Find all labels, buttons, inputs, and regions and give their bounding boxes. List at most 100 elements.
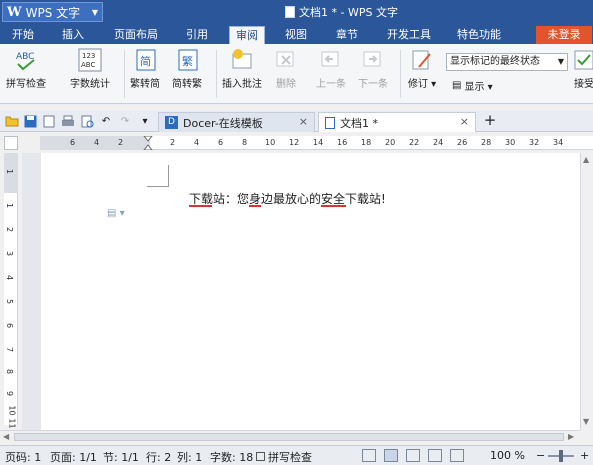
indent-marker-icon[interactable] bbox=[143, 136, 153, 150]
accept-button[interactable]: 接受 bbox=[572, 48, 593, 90]
print-preview-icon[interactable] bbox=[42, 114, 56, 128]
delete-comment-button[interactable]: 删除 bbox=[274, 48, 298, 90]
docer-icon: D bbox=[165, 116, 178, 129]
redo-icon[interactable]: ↷ bbox=[118, 114, 132, 128]
zoom-in-icon[interactable]: + bbox=[580, 449, 589, 462]
scrollbar-thumb[interactable] bbox=[14, 433, 564, 441]
delete-icon bbox=[274, 48, 298, 72]
ribbon-separator bbox=[124, 50, 125, 98]
checkbox-icon bbox=[256, 452, 265, 461]
reading-view-icon[interactable] bbox=[450, 449, 464, 462]
horizontal-scrollbar[interactable]: ◀ ▶ bbox=[0, 430, 580, 443]
tab-docer-templates[interactable]: D Docer-在线模板 × bbox=[158, 112, 315, 132]
tab-chapters[interactable]: 章节 bbox=[330, 26, 364, 44]
next-icon bbox=[361, 48, 385, 72]
wps-logo-icon: W bbox=[7, 4, 22, 20]
scroll-down-icon[interactable]: ▼ bbox=[583, 417, 589, 426]
vertical-ruler[interactable]: 1 1 2 3 4 5 6 7 8 9 10 11 bbox=[4, 153, 18, 429]
status-bar: 页码: 1 页面: 1/1 节: 1/1 行: 2 列: 1 字数: 18 拼写… bbox=[0, 445, 593, 465]
spell-error-underline bbox=[321, 204, 346, 207]
svg-text:123: 123 bbox=[82, 52, 95, 60]
traditional-to-simplified-button[interactable]: 简 繁转简 bbox=[130, 48, 160, 90]
window-title: 文档1 * - WPS 文字 bbox=[285, 4, 398, 20]
new-tab-button[interactable]: + bbox=[483, 111, 497, 129]
svg-text:ABC: ABC bbox=[16, 52, 34, 62]
tab-document1[interactable]: 文档1 * × bbox=[318, 112, 476, 132]
title-bar: W WPS 文字 ▼ 文档1 * - WPS 文字 bbox=[0, 0, 593, 24]
ribbon-separator bbox=[216, 50, 217, 98]
tab-page-layout[interactable]: 页面布局 bbox=[108, 26, 164, 44]
svg-text:ABC: ABC bbox=[81, 61, 95, 69]
convert-icon: 繁 bbox=[175, 48, 199, 72]
status-spell-check[interactable]: 拼写检查 bbox=[256, 449, 312, 465]
status-column[interactable]: 列: 1 bbox=[177, 449, 202, 465]
scroll-right-icon[interactable]: ▶ bbox=[568, 432, 574, 441]
spell-error-underline bbox=[249, 204, 261, 207]
word-count-button[interactable]: 123 ABC 字数统计 bbox=[70, 48, 110, 90]
scroll-left-icon[interactable]: ◀ bbox=[3, 432, 9, 441]
svg-text:简: 简 bbox=[140, 54, 151, 68]
display-button[interactable]: ▤ 显示 ▾ bbox=[452, 78, 493, 93]
fullscreen-icon[interactable] bbox=[362, 449, 376, 462]
ruler-corner[interactable] bbox=[4, 136, 18, 150]
display-icon: ▤ bbox=[452, 80, 462, 91]
document-text[interactable]: 下载站：您身边最放心的安全下载站! bbox=[189, 190, 386, 207]
menu-tab-bar: 开始 插入 页面布局 引用 审阅 视图 章节 开发工具 特色功能 未登录 bbox=[0, 24, 593, 44]
vertical-scrollbar[interactable]: ▲ ▼ bbox=[580, 153, 593, 430]
margin-corner-mark bbox=[147, 165, 169, 187]
document-canvas: 下载站：您身边最放心的安全下载站! ▤ ▾ bbox=[22, 153, 580, 430]
document-icon bbox=[285, 6, 295, 18]
svg-text:繁: 繁 bbox=[182, 54, 193, 68]
open-folder-icon[interactable] bbox=[5, 114, 19, 128]
track-changes-icon bbox=[410, 48, 434, 72]
customize-toolbar-icon[interactable]: ▾ bbox=[138, 114, 152, 128]
zoom-out-icon[interactable]: − bbox=[536, 449, 545, 462]
horizontal-ruler[interactable]: 6 4 2 2 4 6 8 10 12 14 16 18 20 22 24 26… bbox=[40, 136, 593, 150]
document-icon bbox=[325, 116, 335, 129]
preview-icon[interactable] bbox=[80, 114, 94, 128]
zoom-slider-handle[interactable] bbox=[559, 450, 563, 462]
ribbon-separator bbox=[400, 50, 401, 98]
close-icon[interactable]: × bbox=[460, 115, 469, 128]
tab-references[interactable]: 引用 bbox=[180, 26, 214, 44]
app-menu-button[interactable]: W WPS 文字 ▼ bbox=[2, 2, 103, 22]
tab-special-features[interactable]: 特色功能 bbox=[451, 26, 507, 44]
spell-check-button[interactable]: ABC 拼写检查 bbox=[6, 48, 46, 90]
convert-icon: 简 bbox=[133, 48, 157, 72]
simplified-to-traditional-button[interactable]: 繁 简转繁 bbox=[172, 48, 202, 90]
status-row[interactable]: 行: 2 bbox=[146, 449, 171, 465]
page-view-icon[interactable] bbox=[384, 449, 398, 462]
insert-comment-icon bbox=[230, 48, 254, 72]
paragraph-layout-icon[interactable]: ▤ ▾ bbox=[107, 208, 125, 219]
accept-icon bbox=[572, 48, 593, 72]
document-page[interactable]: 下载站：您身边最放心的安全下载站! ▤ ▾ bbox=[41, 153, 580, 430]
outline-view-icon[interactable] bbox=[406, 449, 420, 462]
status-pages[interactable]: 页面: 1/1 bbox=[50, 449, 97, 465]
track-changes-button[interactable]: 修订 ▾ bbox=[408, 48, 436, 90]
tab-developer[interactable]: 开发工具 bbox=[381, 26, 437, 44]
markup-display-select[interactable]: 显示标记的最终状态 ▼ bbox=[446, 53, 568, 71]
status-section[interactable]: 节: 1/1 bbox=[103, 449, 139, 465]
save-icon[interactable] bbox=[23, 114, 37, 128]
previous-comment-button[interactable]: 上一条 bbox=[316, 48, 346, 90]
tab-view[interactable]: 视图 bbox=[279, 26, 313, 44]
app-name: WPS 文字 bbox=[25, 5, 81, 20]
spell-error-underline bbox=[189, 204, 212, 207]
web-view-icon[interactable] bbox=[428, 449, 442, 462]
print-icon[interactable] bbox=[61, 114, 75, 128]
insert-comment-button[interactable]: 插入批注 bbox=[222, 48, 262, 90]
close-icon[interactable]: × bbox=[299, 115, 308, 128]
undo-icon[interactable]: ↶ bbox=[99, 114, 113, 128]
tab-start[interactable]: 开始 bbox=[6, 26, 40, 44]
zoom-level[interactable]: 100 % bbox=[490, 449, 525, 462]
status-word-count[interactable]: 字数: 18 bbox=[210, 449, 253, 465]
tab-insert[interactable]: 插入 bbox=[56, 26, 90, 44]
login-button[interactable]: 未登录 bbox=[536, 26, 592, 44]
previous-icon bbox=[319, 48, 343, 72]
tab-review[interactable]: 审阅 bbox=[229, 26, 265, 44]
scroll-up-icon[interactable]: ▲ bbox=[583, 155, 589, 164]
next-comment-button[interactable]: 下一条 bbox=[358, 48, 388, 90]
document-tab-bar: ↶ ↷ ▾ D Docer-在线模板 × 文档1 * × + bbox=[0, 111, 593, 132]
chevron-down-icon: ▼ bbox=[557, 57, 564, 66]
status-page-code[interactable]: 页码: 1 bbox=[5, 449, 41, 465]
